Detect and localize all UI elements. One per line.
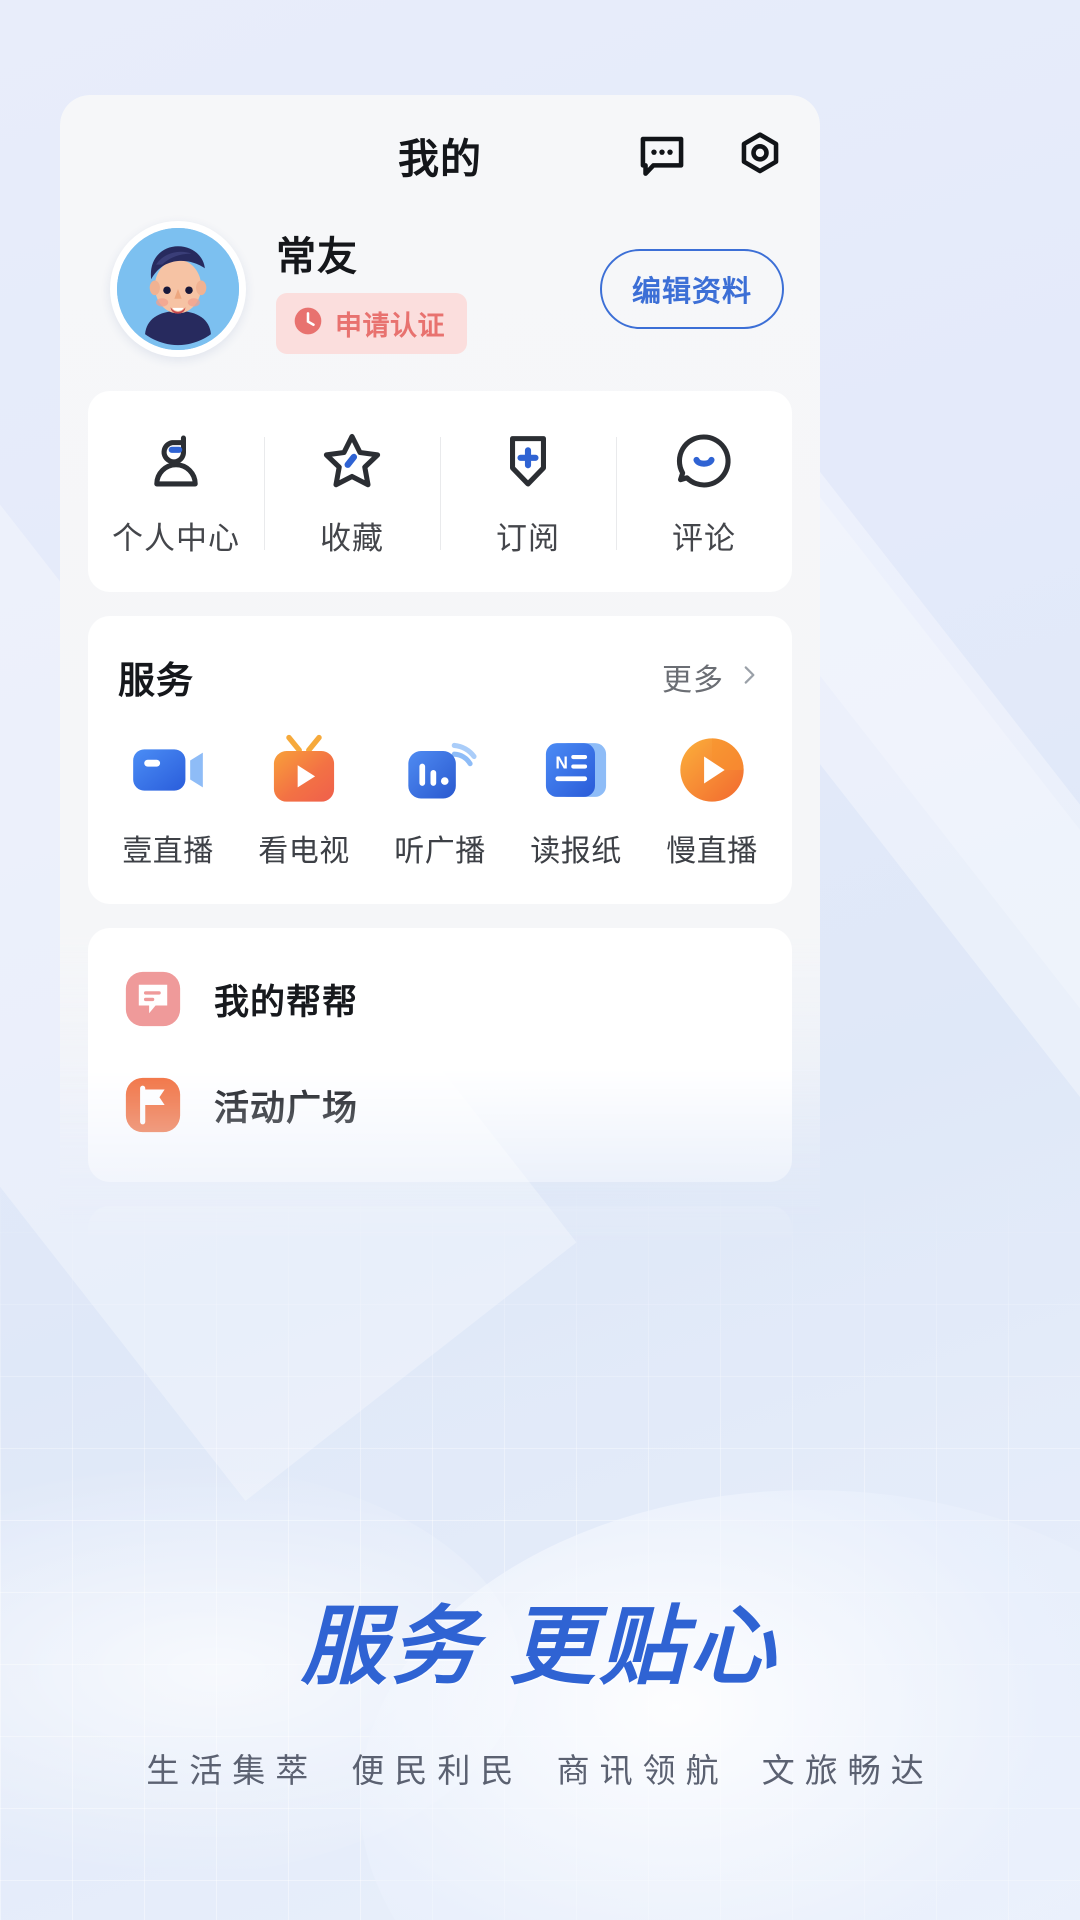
services-card: 服务 更多 壹直播 看电视 听广播 N 读报纸 慢直播 bbox=[88, 616, 792, 904]
svg-text:N: N bbox=[555, 752, 568, 772]
newspaper-icon: N bbox=[538, 732, 614, 808]
message-icon[interactable] bbox=[636, 129, 688, 181]
menu-list: 我的帮帮 活动广场 bbox=[88, 928, 792, 1182]
footer: 服务 更贴心 生活集萃 便民利民 商讯领航 文旅畅达 bbox=[0, 1598, 1080, 1792]
quick-action-favorites[interactable]: 收藏 bbox=[264, 429, 440, 558]
edit-profile-button[interactable]: 编辑资料 bbox=[599, 249, 784, 329]
service-label: 慢直播 bbox=[666, 835, 758, 868]
footer-subtitle: 生活集萃 便民利民 商讯领航 文旅畅达 bbox=[146, 1752, 934, 1789]
profile-section: 常友 申请认证 编辑资料 bbox=[88, 215, 792, 391]
help-chat-icon bbox=[122, 968, 184, 1030]
clock-icon bbox=[292, 305, 324, 342]
radio-icon bbox=[402, 732, 478, 808]
user-minus-icon bbox=[144, 429, 208, 493]
service-label: 看电视 bbox=[258, 835, 350, 868]
services-more-label: 更多 bbox=[662, 664, 724, 697]
menu-row-label: 活动广场 bbox=[214, 1088, 359, 1128]
quick-action-subscribe[interactable]: 订阅 bbox=[440, 429, 616, 558]
phone-screen: 我的 常友 申请认证 编辑资料 个人中心 收藏 订阅 评论 服务 更多 壹直播 … bbox=[60, 95, 820, 1354]
star-icon bbox=[320, 429, 384, 493]
service-item-radio[interactable]: 听广播 bbox=[372, 732, 508, 870]
services-more-button[interactable]: 更多 bbox=[662, 655, 762, 699]
video-camera-icon bbox=[130, 732, 206, 808]
slow-live-icon bbox=[674, 732, 750, 808]
service-label: 听广播 bbox=[394, 835, 486, 868]
footer-title: 服务 更贴心 bbox=[301, 1598, 779, 1695]
avatar-image bbox=[117, 228, 239, 350]
profile-info: 常友 申请认证 bbox=[276, 224, 467, 354]
top-bar-actions bbox=[636, 129, 792, 181]
status-badge[interactable]: 申请认证 bbox=[276, 293, 467, 354]
service-item-newspaper[interactable]: N 读报纸 bbox=[508, 732, 644, 870]
service-item-slow-live[interactable]: 慢直播 bbox=[644, 732, 780, 870]
service-item-tv[interactable]: 看电视 bbox=[236, 732, 372, 870]
menu-row-label: 我的帮帮 bbox=[214, 982, 359, 1022]
settings-icon[interactable] bbox=[734, 129, 786, 181]
quick-action-label: 评论 bbox=[672, 521, 736, 556]
services-header: 服务 更多 bbox=[88, 616, 792, 710]
quick-action-label: 个人中心 bbox=[112, 521, 240, 556]
comment-icon bbox=[672, 429, 736, 493]
chevron-right-icon bbox=[736, 662, 762, 693]
services-grid: 壹直播 看电视 听广播 N 读报纸 慢直播 bbox=[88, 710, 792, 904]
service-item-live[interactable]: 壹直播 bbox=[100, 732, 236, 870]
menu-row-my-help[interactable]: 我的帮帮 bbox=[88, 946, 792, 1052]
avatar[interactable] bbox=[110, 221, 246, 357]
services-title: 服务 bbox=[118, 660, 194, 701]
quick-actions-row: 个人中心 收藏 订阅 评论 bbox=[88, 391, 792, 592]
flag-icon bbox=[122, 1074, 184, 1136]
menu-card: 我的帮帮 活动广场 bbox=[88, 928, 792, 1182]
tv-play-icon bbox=[266, 732, 342, 808]
quick-action-label: 订阅 bbox=[496, 521, 560, 556]
status-badge-label: 申请认证 bbox=[335, 311, 445, 341]
quick-action-comments[interactable]: 评论 bbox=[616, 429, 792, 558]
service-label: 壹直播 bbox=[122, 835, 214, 868]
user-name: 常友 bbox=[276, 235, 358, 279]
shield-plus-icon bbox=[496, 429, 560, 493]
menu-row-activity-square[interactable]: 活动广场 bbox=[88, 1052, 792, 1158]
quick-actions-card: 个人中心 收藏 订阅 评论 bbox=[88, 391, 792, 592]
quick-action-label: 收藏 bbox=[320, 521, 384, 556]
service-label: 读报纸 bbox=[530, 835, 622, 868]
quick-action-personal-center[interactable]: 个人中心 bbox=[88, 429, 264, 558]
top-bar: 我的 bbox=[88, 95, 792, 215]
